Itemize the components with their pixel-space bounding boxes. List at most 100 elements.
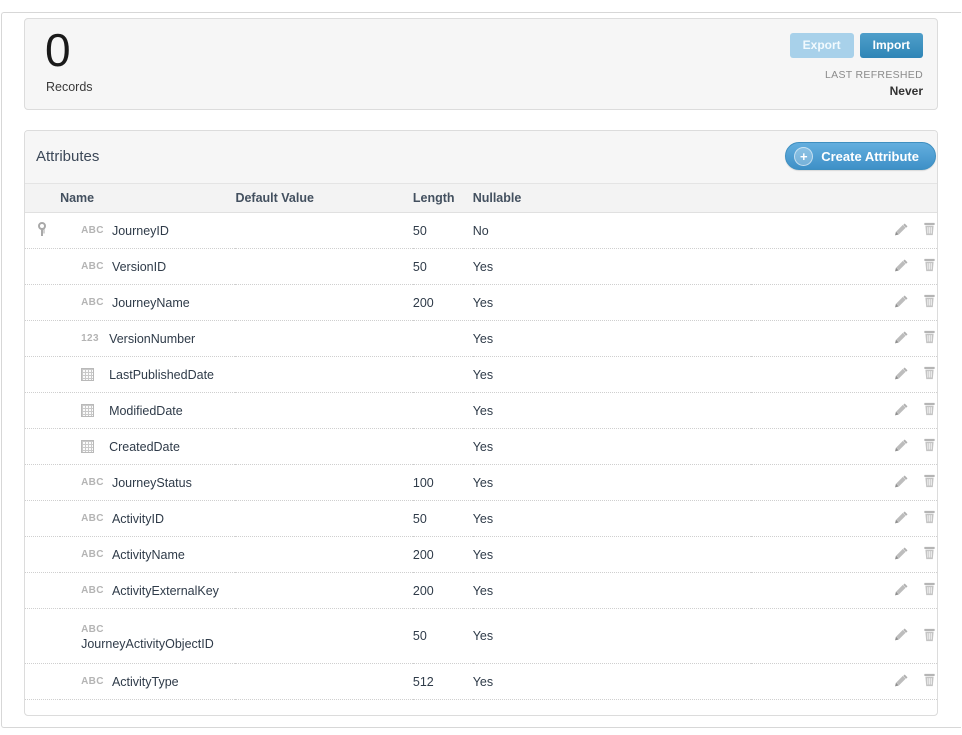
table-row[interactable]: ABC ActivityName 200 Yes — [25, 536, 937, 573]
row-default-value-cell — [235, 663, 413, 700]
trash-icon[interactable] — [922, 581, 937, 600]
column-header-nullable: Nullable — [472, 184, 752, 213]
row-length-cell: 50 — [412, 248, 473, 285]
attributes-table-header: Name Default Value Length Nullable — [25, 184, 937, 213]
trash-icon[interactable] — [922, 221, 937, 240]
attribute-name: LastPublishedDate — [109, 367, 214, 382]
pencil-icon[interactable] — [894, 402, 909, 420]
pencil-icon[interactable] — [894, 366, 909, 384]
table-row[interactable]: CreatedDate Yes — [25, 428, 937, 465]
row-name-cell: 123 VersionNumber — [60, 320, 236, 357]
text-type-icon: ABC — [81, 224, 104, 236]
pencil-icon[interactable] — [894, 294, 909, 312]
row-length-cell — [412, 356, 473, 393]
table-row[interactable]: ABC JourneyActivityObjectID 50 Yes — [25, 608, 937, 664]
row-primary-key-cell — [25, 536, 61, 573]
pencil-icon[interactable] — [894, 673, 909, 691]
table-row[interactable]: ABC VersionID 50 Yes — [25, 248, 937, 285]
pencil-icon[interactable] — [894, 474, 909, 492]
trash-icon[interactable] — [922, 545, 937, 564]
row-length-cell: 200 — [412, 536, 473, 573]
attribute-name: ActivityName — [111, 547, 185, 562]
table-row[interactable]: ABC ActivityType 512 Yes — [25, 663, 937, 700]
row-primary-key-cell — [25, 572, 61, 609]
pencil-icon[interactable] — [894, 627, 909, 645]
table-row[interactable]: ABC ActivityExternalKey 200 Yes — [25, 572, 937, 609]
key-icon — [37, 222, 48, 236]
table-row[interactable]: ABC JourneyName 200 Yes — [25, 284, 937, 321]
row-nullable-cell: Yes — [472, 464, 752, 501]
row-nullable-cell: Yes — [472, 536, 752, 573]
import-button[interactable]: Import — [859, 33, 923, 58]
text-type-icon: ABC — [81, 548, 104, 560]
trash-icon[interactable] — [922, 329, 937, 348]
row-name-cell: ABC JourneyStatus — [60, 464, 236, 501]
row-nullable-cell: Yes — [472, 663, 752, 700]
trash-icon[interactable] — [922, 672, 937, 691]
records-action-buttons: Export Import — [789, 33, 923, 58]
row-primary-key-cell — [25, 356, 61, 393]
row-nullable-cell: Yes — [472, 500, 752, 537]
row-actions-cell — [751, 248, 937, 285]
trash-icon[interactable] — [922, 473, 937, 492]
attribute-name: ActivityID — [111, 511, 165, 526]
attributes-panel: Attributes + Create Attribute Name Defau… — [24, 130, 938, 716]
attribute-name: JourneyActivityObjectID — [81, 637, 214, 651]
trash-icon[interactable] — [922, 509, 937, 528]
table-row[interactable]: LastPublishedDate Yes — [25, 356, 937, 393]
row-name-cell: ABC JourneyActivityObjectID — [60, 608, 236, 664]
attributes-panel-header: Attributes + Create Attribute — [25, 131, 937, 184]
table-row[interactable]: ABC JourneyStatus 100 Yes — [25, 464, 937, 501]
pencil-icon[interactable] — [894, 258, 909, 276]
table-row[interactable]: ABC JourneyID 50 No — [25, 212, 937, 249]
calendar-icon — [81, 367, 101, 381]
pencil-icon[interactable] — [894, 546, 909, 564]
attribute-name: VersionID — [111, 259, 167, 274]
records-count-label: Records — [46, 80, 93, 94]
row-default-value-cell — [235, 608, 413, 664]
trash-icon[interactable] — [922, 257, 937, 276]
attribute-name: ActivityExternalKey — [111, 583, 219, 598]
pencil-icon[interactable] — [894, 330, 909, 348]
trash-icon[interactable] — [922, 437, 937, 456]
table-row[interactable]: 123 VersionNumber Yes — [25, 320, 937, 357]
table-row[interactable]: ABC ActivityID 50 Yes — [25, 500, 937, 537]
pencil-icon[interactable] — [894, 510, 909, 528]
trash-icon[interactable] — [922, 293, 937, 312]
attribute-name: JourneyName — [111, 295, 190, 310]
calendar-glyph — [81, 439, 95, 453]
row-primary-key-cell — [25, 392, 61, 429]
attribute-name: ActivityType — [111, 674, 179, 689]
row-length-cell: 200 — [412, 572, 473, 609]
row-nullable-cell: Yes — [472, 320, 752, 357]
trash-icon[interactable] — [922, 365, 937, 384]
attribute-name: ModifiedDate — [109, 403, 183, 418]
row-default-value-cell — [235, 500, 413, 537]
pencil-icon[interactable] — [894, 438, 909, 456]
row-name-cell: ABC ActivityName — [60, 536, 236, 573]
calendar-icon — [81, 439, 101, 453]
row-nullable-cell: Yes — [472, 428, 752, 465]
row-default-value-cell — [235, 536, 413, 573]
table-empty-space — [25, 700, 937, 724]
trash-icon[interactable] — [922, 401, 937, 420]
table-row[interactable]: ModifiedDate Yes — [25, 392, 937, 429]
row-actions-cell — [751, 608, 937, 664]
pencil-icon[interactable] — [894, 582, 909, 600]
attribute-name: VersionNumber — [109, 331, 196, 346]
row-actions-cell — [751, 428, 937, 465]
trash-icon[interactable] — [922, 627, 937, 646]
row-nullable-cell: Yes — [472, 572, 752, 609]
row-nullable-cell: Yes — [472, 608, 752, 664]
row-primary-key-cell — [25, 663, 61, 700]
row-default-value-cell — [235, 464, 413, 501]
text-type-icon: ABC — [81, 296, 104, 308]
text-type-icon: ABC — [81, 584, 104, 596]
row-length-cell: 50 — [412, 608, 473, 664]
text-type-icon: ABC — [81, 624, 104, 635]
export-button[interactable]: Export — [789, 33, 854, 58]
row-default-value-cell — [235, 428, 413, 465]
create-attribute-button[interactable]: + Create Attribute — [785, 142, 936, 170]
row-default-value-cell — [235, 356, 413, 393]
pencil-icon[interactable] — [894, 222, 909, 240]
